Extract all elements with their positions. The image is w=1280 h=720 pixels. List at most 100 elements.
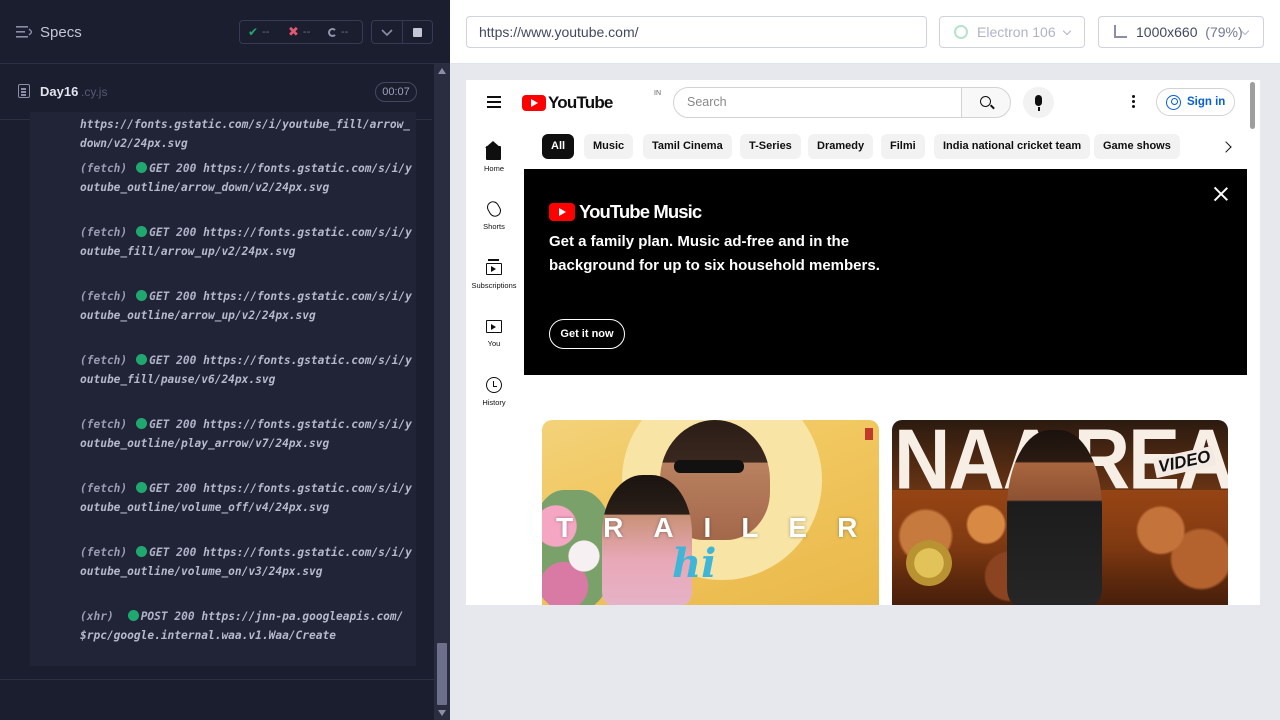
viewport-zoom: (79%) [1205, 24, 1243, 40]
nav-item-history[interactable]: History [466, 377, 522, 433]
more-options-icon[interactable] [1132, 95, 1135, 108]
browser-selector[interactable]: Electron 106 [939, 16, 1085, 48]
log-entry[interactable]: (fetch) GET 200 https://fonts.gstatic.com… [80, 160, 414, 197]
log-entry[interactable]: (fetch) GET 200 https://fonts.gstatic.com… [80, 288, 414, 325]
chevron-right-icon[interactable] [1218, 137, 1238, 157]
chip-all[interactable]: All [542, 134, 575, 159]
status-dot-icon [136, 162, 148, 173]
chevron-down-icon [1062, 26, 1072, 36]
log-type: (xhr) [80, 610, 114, 623]
get-it-now-button[interactable]: Get it now [549, 319, 625, 349]
youtube-music-promo-banner: YouTube Music Get a family plan. Music a… [524, 169, 1247, 375]
scroll-down-icon[interactable] [438, 710, 446, 716]
nav-item-shorts[interactable]: Shorts [466, 199, 522, 257]
log-scrollbar[interactable] [434, 64, 450, 720]
x-icon: ✖ [288, 24, 299, 39]
log-entry[interactable]: (fetch) GET 200 https://fonts.gstatic.com… [80, 352, 414, 389]
passed-count: -- [262, 26, 270, 38]
log-method: GET 200 [149, 226, 197, 239]
pending-icon [328, 27, 337, 37]
viewport-selector[interactable]: 1000x660 (79%) [1098, 16, 1264, 48]
thumbnail-script-text: hi [672, 540, 717, 587]
status-dot-icon [136, 290, 148, 301]
log-url: https://fonts.gstatic.com/s/i/youtube_fi… [80, 226, 412, 258]
log-entry[interactable]: (xhr) POST 200 https://jnn-pa.googleapis.… [80, 608, 414, 645]
channel-badge-icon [865, 428, 873, 440]
chip-india-cricket[interactable]: India national cricket team [934, 134, 1091, 159]
scroll-thumb[interactable] [437, 643, 447, 705]
log-type: (fetch) [80, 418, 128, 431]
log-url: https://fonts.gstatic.com/s/i/youtube_fi… [80, 354, 412, 386]
status-dot-icon [136, 546, 148, 557]
chip-game-shows[interactable]: Game shows [1094, 134, 1180, 159]
log-entry[interactable]: (fetch) GET 200 https://fonts.gstatic.com… [80, 416, 414, 453]
options-dropdown-button[interactable] [371, 20, 403, 44]
specs-menu-icon[interactable] [16, 25, 32, 39]
nav-label: You [487, 339, 501, 348]
shorts-icon [484, 199, 504, 219]
log-entry[interactable]: (fetch) GET 200 https://fonts.gstatic.com… [80, 224, 414, 261]
log-url: https://fonts.gstatic.com/s/i/youtube_ou… [80, 162, 412, 194]
divider [0, 679, 434, 680]
file-icon [18, 84, 30, 98]
log-entry[interactable]: (fetch) GET 200 https://fonts.gstatic.com… [80, 480, 414, 517]
log-url: https://fonts.gstatic.com/s/i/youtube_ou… [80, 482, 412, 514]
thumbnail-art [674, 460, 744, 473]
aut-header: https://www.youtube.com/ Electron 106 10… [450, 0, 1280, 64]
log-entry[interactable]: https://fonts.gstatic.com/s/i/youtube_fi… [80, 116, 414, 153]
chip-tamil-cinema[interactable]: Tamil Cinema [643, 134, 732, 159]
pending-count: -- [341, 26, 349, 38]
sign-in-label: Sign in [1187, 96, 1226, 108]
close-icon[interactable] [1213, 186, 1229, 202]
mic-stand [1038, 107, 1040, 111]
nav-item-you[interactable]: You [466, 318, 522, 374]
log-entry[interactable]: (fetch) GET 200 https://fonts.gstatic.com… [80, 544, 414, 581]
specs-label[interactable]: Specs [40, 24, 82, 41]
status-dot-icon [127, 610, 139, 621]
search-input[interactable]: Search [673, 87, 962, 118]
log-url: https://fonts.gstatic.com/s/i/youtube_ou… [80, 546, 412, 578]
nav-label: Subscriptions [471, 281, 517, 290]
log-method: GET 200 [149, 162, 197, 175]
stop-button[interactable] [403, 20, 433, 44]
log-url: https://fonts.gstatic.com/s/i/youtube_fi… [80, 118, 411, 150]
spec-extension: .cy.js [81, 85, 108, 99]
log-url: https://fonts.gstatic.com/s/i/youtube_ou… [80, 290, 412, 322]
history-icon [486, 377, 502, 393]
page-scrollbar[interactable] [1250, 82, 1255, 129]
nav-item-home[interactable]: Home [466, 141, 522, 199]
scroll-up-icon[interactable] [438, 68, 446, 74]
thumbnail-overlay-text: TRAILER [556, 512, 879, 543]
log-type: (fetch) [80, 290, 128, 303]
filter-chips-bar: All Music Tamil Cinema T-Series Dramedy … [542, 134, 1242, 159]
you-icon [486, 320, 502, 333]
stop-icon [413, 28, 422, 37]
failed-count: -- [302, 26, 311, 38]
chip-dramedy[interactable]: Dramedy [808, 134, 874, 159]
video-thumbnail[interactable]: NAA READY VIDEO [892, 420, 1228, 605]
url-bar[interactable]: https://www.youtube.com/ [466, 16, 927, 48]
search-icon [980, 96, 991, 107]
browser-label: Electron 106 [977, 24, 1056, 40]
youtube-app-frame: YouTube IN Search Sign in Home Shorts Su… [466, 80, 1260, 605]
mic-icon [1035, 95, 1042, 106]
pending-stat: -- [320, 26, 360, 38]
nav-label: Shorts [483, 222, 505, 231]
hamburger-menu-icon[interactable] [487, 96, 501, 108]
user-icon [1166, 95, 1181, 110]
chip-filmi[interactable]: Filmi [881, 134, 925, 159]
sign-in-button[interactable]: Sign in [1156, 88, 1235, 116]
log-type: (fetch) [80, 354, 128, 367]
subscriptions-icon [486, 259, 502, 275]
thumbnail-art [1007, 430, 1102, 605]
log-method: POST 200 [140, 610, 195, 623]
video-thumbnail[interactable]: TRAILER hi [542, 420, 879, 605]
nav-label: History [482, 398, 506, 407]
nav-item-subscriptions[interactable]: Subscriptions [466, 259, 522, 316]
ruler-icon [1114, 25, 1127, 38]
voice-search-button[interactable] [1023, 87, 1054, 118]
log-type: (fetch) [80, 226, 128, 239]
chip-music[interactable]: Music [584, 134, 634, 159]
chip-t-series[interactable]: T-Series [740, 134, 801, 159]
search-button[interactable] [961, 87, 1011, 118]
